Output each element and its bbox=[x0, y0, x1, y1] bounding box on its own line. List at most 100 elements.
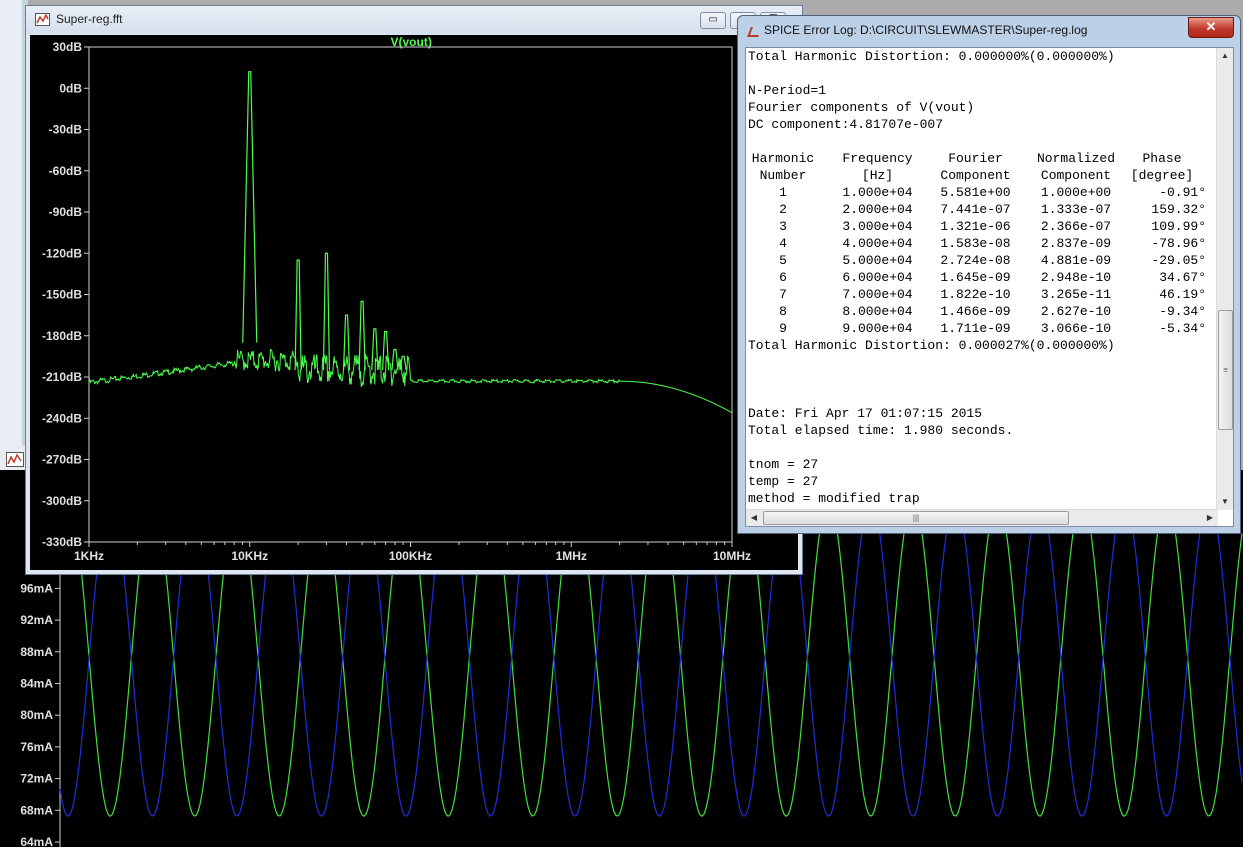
log-line: tnom = 27 bbox=[748, 457, 819, 472]
table-header-cell: Component bbox=[940, 168, 1011, 183]
table-cell: 6 bbox=[779, 270, 787, 285]
scroll-up-arrow-icon[interactable]: ▲ bbox=[1217, 48, 1233, 64]
table-row: 4 4.000e+04 1.583e-08 2.837e-09 -78.96° bbox=[748, 235, 1220, 252]
table-cell: 4 bbox=[779, 236, 787, 251]
table-cell: 3 bbox=[779, 219, 787, 234]
table-cell: 5 bbox=[779, 253, 787, 268]
log-titlebar[interactable]: SPICE Error Log: D:\CIRCUIT\SLEWMASTER\S… bbox=[738, 16, 1240, 46]
table-cell: 1.321e-06 bbox=[940, 219, 1011, 234]
table-cell: 6.000e+04 bbox=[842, 270, 913, 285]
log-line: Total Harmonic Distortion: 0.000000%(0.0… bbox=[748, 49, 1115, 64]
y-tick-label: 88mA bbox=[20, 645, 53, 659]
log-text-area[interactable]: Total Harmonic Distortion: 0.000000%(0.0… bbox=[745, 47, 1234, 527]
y-tick-label: -180dB bbox=[42, 329, 82, 343]
table-cell: 1.645e-09 bbox=[940, 270, 1011, 285]
table-header-row: Harmonic Frequency Fourier Normalized Phase bbox=[748, 150, 1220, 167]
y-tick-label: 68mA bbox=[20, 803, 53, 817]
log-line: Total elapsed time: 1.980 seconds. bbox=[748, 423, 1014, 438]
scroll-right-arrow-icon[interactable]: ▶ bbox=[1202, 510, 1218, 526]
table-cell: 2.948e-10 bbox=[1040, 270, 1112, 285]
horizontal-scroll-thumb[interactable]: ||| bbox=[763, 511, 1069, 525]
table-header-cell: Harmonic bbox=[751, 151, 815, 166]
table-cell: -29.05° bbox=[1151, 253, 1206, 268]
minimize-button[interactable]: ▭ bbox=[700, 12, 726, 29]
scroll-down-arrow-icon[interactable]: ▼ bbox=[1217, 494, 1233, 510]
table-header-cell: Frequency bbox=[842, 151, 913, 166]
vertical-scroll-thumb[interactable]: ≡ bbox=[1218, 310, 1233, 430]
y-tick-label: 92mA bbox=[20, 613, 53, 627]
spice-error-log-window[interactable]: SPICE Error Log: D:\CIRCUIT\SLEWMASTER\S… bbox=[737, 15, 1241, 534]
table-cell: 7.441e-07 bbox=[940, 202, 1011, 217]
table-cell: 3.000e+04 bbox=[842, 219, 913, 234]
table-cell: 2.724e-08 bbox=[940, 253, 1011, 268]
table-header-cell: Fourier bbox=[948, 151, 1003, 166]
scroll-left-arrow-icon[interactable]: ◀ bbox=[746, 510, 762, 526]
table-cell: 5.000e+04 bbox=[842, 253, 913, 268]
plot-frame bbox=[88, 46, 733, 543]
y-tick-label: 72mA bbox=[20, 772, 53, 786]
table-cell: 159.32° bbox=[1151, 202, 1206, 217]
table-cell: -9.34° bbox=[1159, 304, 1206, 319]
x-tick-label: 100KHz bbox=[389, 549, 432, 563]
y-tick-label: 80mA bbox=[20, 708, 53, 722]
y-tick-label: 76mA bbox=[20, 740, 53, 754]
close-button[interactable]: ✕ bbox=[1188, 17, 1234, 38]
log-line: method = modified trap bbox=[748, 491, 920, 506]
table-header-cell: [Hz] bbox=[861, 168, 894, 183]
vertical-scrollbar[interactable]: ▲ ≡ ▼ bbox=[1216, 48, 1233, 510]
table-cell: 1.822e-10 bbox=[940, 287, 1011, 302]
table-cell: 2.366e-07 bbox=[1040, 219, 1112, 234]
fft-window[interactable]: Super-reg.fft ▭ □ ❐ V(vout)30dB0dB-30dB-… bbox=[25, 5, 803, 575]
table-cell: 1.711e-09 bbox=[940, 321, 1011, 336]
table-row: 7 7.000e+04 1.822e-10 3.265e-11 46.19° bbox=[748, 286, 1220, 303]
harmonic-peak bbox=[294, 259, 302, 371]
table-cell: -5.34° bbox=[1159, 321, 1206, 336]
fft-window-title: Super-reg.fft bbox=[56, 12, 123, 26]
table-row: 3 3.000e+04 1.321e-06 2.366e-07 109.99° bbox=[748, 218, 1220, 235]
table-row: 2 2.000e+04 7.441e-07 1.333e-07 159.32° bbox=[748, 201, 1220, 218]
table-cell: 1.000e+04 bbox=[842, 185, 913, 200]
table-cell: 1 bbox=[779, 185, 787, 200]
harmonic-peak bbox=[391, 348, 399, 371]
fft-trace bbox=[88, 348, 733, 414]
table-cell: 2 bbox=[779, 202, 787, 217]
y-tick-label: -270dB bbox=[42, 453, 82, 467]
table-row: 9 9.000e+04 1.711e-09 3.066e-10 -5.34° bbox=[748, 320, 1220, 337]
table-cell: 1.333e-07 bbox=[1040, 202, 1112, 217]
table-header-cell: [degree] bbox=[1130, 168, 1194, 183]
table-cell: 8.000e+04 bbox=[842, 304, 913, 319]
table-cell: 1.583e-08 bbox=[940, 236, 1011, 251]
table-row: 1 1.000e+04 5.581e+00 1.000e+00 -0.91° bbox=[748, 184, 1220, 201]
fft-chart-svg: V(vout)30dB0dB-30dB-60dB-90dB-120dB-150d… bbox=[42, 35, 751, 563]
fft-plot[interactable]: V(vout) 30dB 0dB -30dB -60dB -90dB -120dB -150d… bbox=[30, 35, 798, 570]
log-line: DC component:4.81707e-007 bbox=[748, 117, 944, 132]
y-tick-label: -210dB bbox=[42, 370, 82, 384]
table-cell: 5.581e+00 bbox=[940, 185, 1011, 200]
x-tick-label: 1KHz bbox=[74, 549, 104, 563]
y-tick-label: 0dB bbox=[59, 81, 82, 95]
fft-titlebar[interactable]: Super-reg.fft ▭ □ ❐ bbox=[26, 6, 802, 34]
table-header-cell: Component bbox=[1040, 168, 1112, 183]
log-text[interactable]: Total Harmonic Distortion: 0.000000%(0.0… bbox=[746, 48, 1220, 510]
horizontal-scrollbar[interactable]: ◀ ||| ▶ bbox=[746, 509, 1218, 526]
table-header-cell: Phase bbox=[1142, 151, 1182, 166]
log-line: temp = 27 bbox=[748, 474, 819, 489]
y-tick-label: 96mA bbox=[20, 581, 53, 595]
table-cell: 2.627e-10 bbox=[1040, 304, 1112, 319]
log-line: N-Period=1 bbox=[748, 83, 827, 98]
log-window-title: SPICE Error Log: D:\CIRCUIT\SLEWMASTER\S… bbox=[764, 23, 1088, 37]
table-cell: 7.000e+04 bbox=[842, 287, 913, 302]
x-tick-label: 1MHz bbox=[556, 549, 587, 563]
table-cell: 9.000e+04 bbox=[842, 321, 913, 336]
y-tick-label: -240dB bbox=[42, 411, 82, 425]
harmonic-peak bbox=[358, 300, 366, 371]
table-cell: 3.066e-10 bbox=[1040, 321, 1112, 336]
log-lines-top: Total Harmonic Distortion: 0.000000%(0.0… bbox=[748, 48, 1220, 150]
harmonic-peak bbox=[399, 355, 407, 371]
table-cell: 4.000e+04 bbox=[842, 236, 913, 251]
